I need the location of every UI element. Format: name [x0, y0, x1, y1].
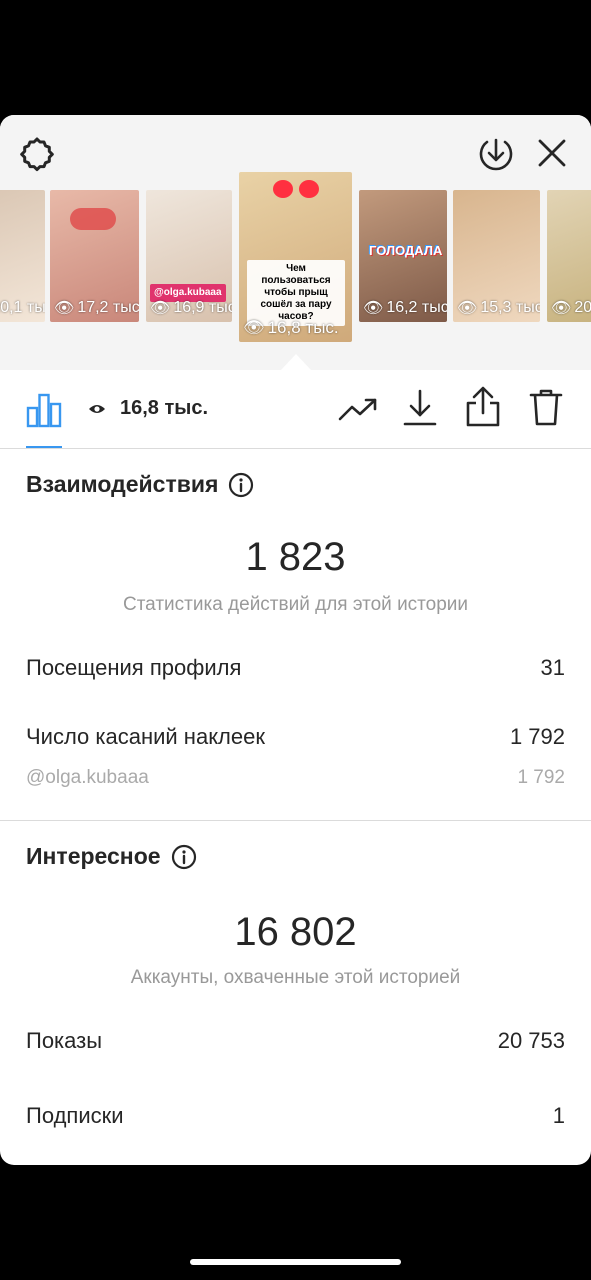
story-views: 👁15,3 тыс. [457, 299, 540, 317]
interactions-header: Взаимодействия [26, 471, 254, 498]
story-thumbnail[interactable]: ГОЛОДАЛА 👁 16,2 тыс. [359, 190, 447, 322]
eye-icon [89, 404, 105, 413]
eye-icon: 👁 [551, 300, 572, 317]
bar-chart-icon [26, 393, 62, 428]
eye-icon: 👁 [457, 300, 478, 317]
eye-icon: 👁 [243, 318, 265, 337]
info-icon[interactable] [171, 844, 197, 870]
stat-row: Показы 20 753 [26, 1028, 565, 1054]
stat-label: Посещения профиля [26, 655, 242, 680]
share-button[interactable] [462, 384, 504, 430]
discovery-total: 16 802 [234, 910, 357, 954]
views-count: 16,8 тыс. [88, 397, 208, 420]
section-divider [0, 820, 591, 821]
stat-value: 1 [552, 1103, 565, 1128]
heart-sticker [299, 180, 319, 198]
stat-subrow: @olga.kubaaa 1 792 [26, 767, 565, 789]
eye-icon: 👁 [363, 300, 384, 317]
story-thumbnail-selected[interactable]: Чем пользоваться чтобы прыщ сошёл за пар… [239, 172, 352, 342]
story-caption: ГОЛОДАЛА [369, 243, 443, 258]
stat-row: Подписки 1 [26, 1103, 565, 1129]
story-thumbnail[interactable]: 👁 20 [547, 190, 591, 322]
selected-story-pointer [281, 354, 311, 370]
active-tab-indicator [26, 446, 62, 448]
story-views: 👁 16,2 тыс. [363, 299, 447, 317]
interactions-total: 1 823 [245, 535, 346, 579]
stat-row: Число касаний наклеек 1 792 [26, 724, 565, 750]
home-indicator[interactable] [190, 1259, 401, 1265]
trending-up-icon [338, 398, 377, 421]
eye-icon: 👁 [54, 300, 75, 317]
story-views: 👁 16,8 тыс. [243, 318, 339, 337]
discovery-subtitle: Аккаунты, охваченные этой историей [130, 967, 461, 988]
story-insights-sheet: 👁20,1 тыс. 👁17,2 тыс. @olga.kubaaa 👁16,9… [0, 115, 591, 1165]
story-thumbnail[interactable]: 👁15,3 тыс. [453, 190, 540, 322]
stat-value: 1 792 [517, 767, 565, 788]
close-button[interactable] [530, 131, 574, 175]
trend-button[interactable] [336, 390, 380, 430]
share-icon [466, 386, 500, 427]
stat-value: 31 [540, 655, 565, 680]
sticker-decoration [70, 208, 116, 230]
story-thumbnail-strip[interactable]: 👁20,1 тыс. 👁17,2 тыс. @olga.kubaaa 👁16,9… [0, 172, 591, 370]
story-views: 👁20,1 тыс. [0, 299, 45, 316]
gear-icon [20, 137, 54, 172]
stat-label: Число касаний наклеек [26, 724, 265, 749]
story-caption: Чем пользоваться чтобы прыщ сошёл за пар… [247, 260, 345, 326]
story-views: 👁 20 [551, 299, 591, 317]
story-views: 👁16,9 тыс. [150, 299, 232, 317]
trash-icon [529, 389, 563, 426]
close-icon [538, 139, 566, 167]
settings-button[interactable] [14, 131, 60, 177]
section-title: Интересное [26, 843, 161, 869]
heart-sticker [273, 180, 293, 198]
stat-label: Показы [26, 1028, 103, 1053]
info-icon[interactable] [228, 472, 254, 498]
download-icon [403, 389, 437, 426]
section-title: Взаимодействия [26, 471, 219, 497]
interactions-subtitle: Статистика действий для этой истории [122, 594, 469, 615]
stat-value: 20 753 [497, 1028, 565, 1053]
stat-value: 1 792 [509, 724, 565, 749]
mention-label[interactable]: @olga.kubaaa [26, 767, 149, 789]
stat-row: Посещения профиля 31 [26, 655, 565, 681]
stat-label: Подписки [26, 1103, 124, 1128]
insights-toolbar: 16,8 тыс. [0, 370, 591, 449]
story-views: 👁 17,2 тыс. [54, 299, 139, 317]
delete-button[interactable] [526, 384, 566, 430]
insights-tab[interactable] [24, 392, 64, 428]
story-thumbnail[interactable]: 👁 17,2 тыс. [50, 190, 139, 322]
discovery-header: Интересное [26, 843, 197, 870]
download-circle-icon [479, 138, 513, 171]
story-thumbnail[interactable]: 👁20,1 тыс. [0, 190, 45, 322]
download-button[interactable] [400, 386, 440, 430]
save-story-button[interactable] [474, 131, 518, 175]
eye-icon: 👁 [150, 300, 171, 317]
story-thumbnail[interactable]: @olga.kubaaa 👁16,9 тыс. [146, 190, 232, 322]
